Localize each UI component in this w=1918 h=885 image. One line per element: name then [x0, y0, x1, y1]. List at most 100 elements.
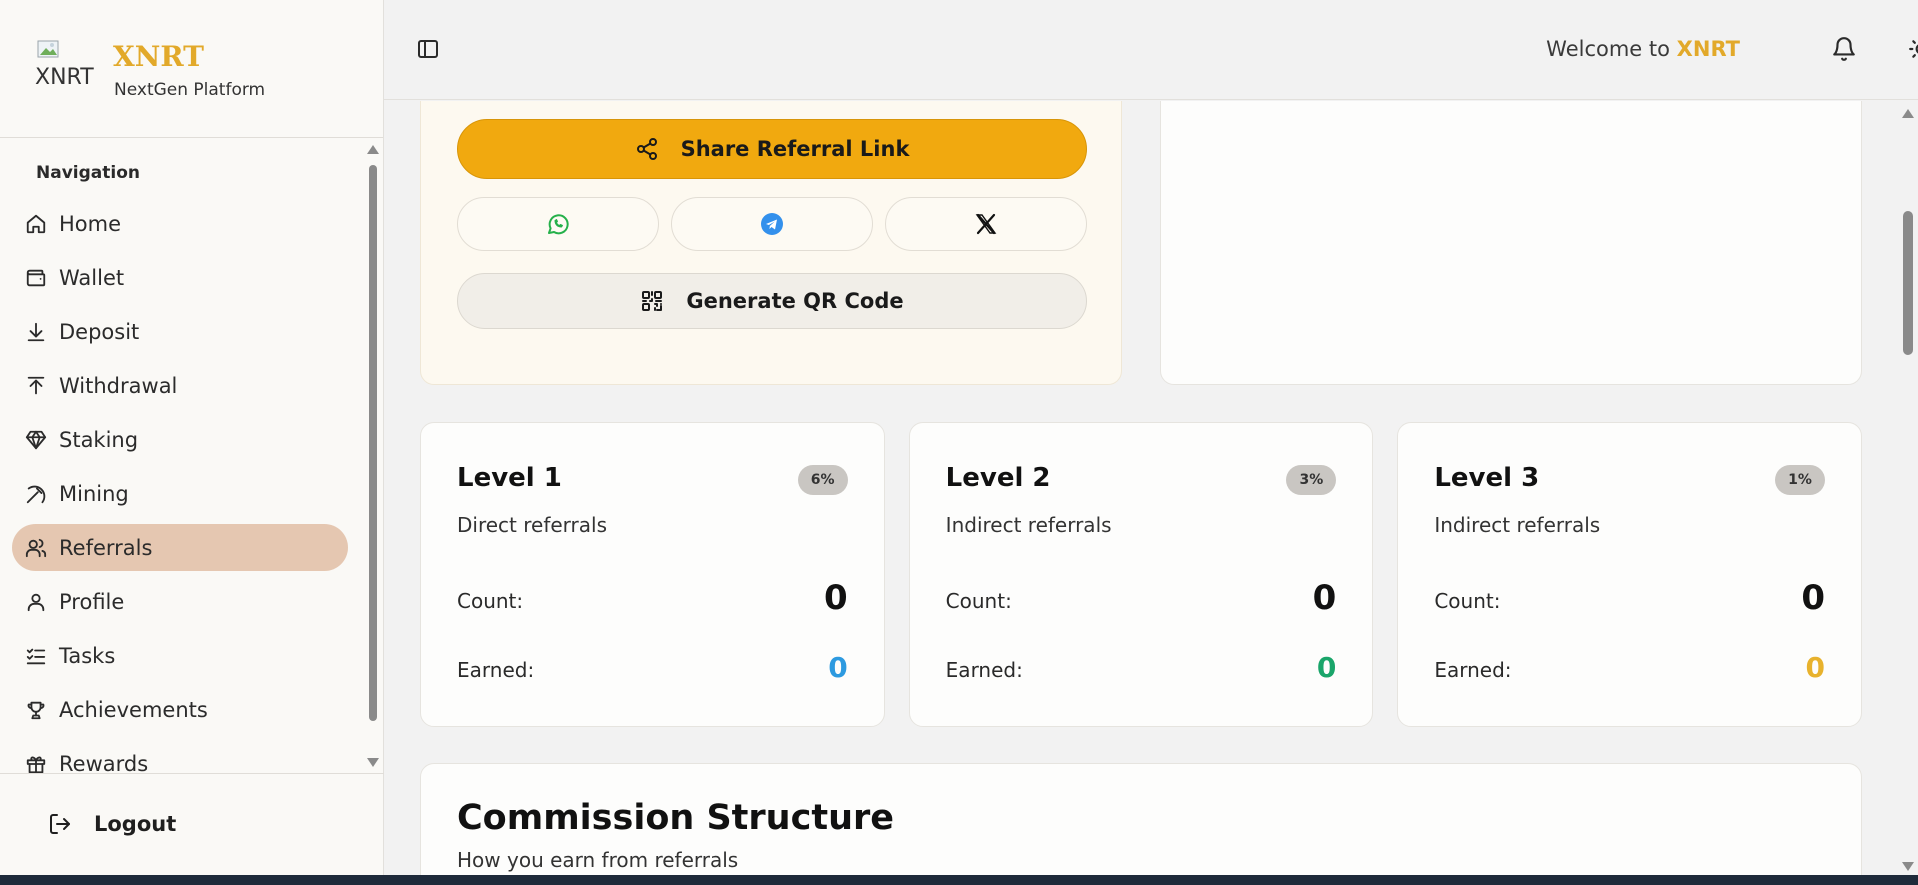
brand-header: XNRT XNRT NextGen Platform — [0, 0, 383, 138]
broken-image-icon — [37, 40, 59, 58]
generate-qr-button[interactable]: Generate QR Code — [457, 273, 1087, 329]
sidebar-item-wallet[interactable]: Wallet — [12, 254, 348, 301]
logout-button[interactable]: Logout — [48, 812, 176, 836]
top-bar: Welcome to XNRT — [384, 0, 1918, 100]
x-icon — [975, 213, 997, 235]
level-card-3: Level 3 1% Indirect referrals Count: 0 E… — [1397, 422, 1863, 727]
sidebar-item-achievements[interactable]: Achievements — [12, 686, 348, 733]
scroll-down-arrow-icon[interactable] — [367, 758, 379, 767]
referral-stats-card — [1160, 101, 1862, 385]
download-icon — [24, 320, 48, 344]
logout-area: Logout — [0, 773, 384, 885]
sidebar-item-label: Wallet — [59, 265, 125, 290]
earned-label: Earned: — [945, 658, 1023, 682]
sidebar-item-profile[interactable]: Profile — [12, 578, 348, 625]
commission-title: Commission Structure — [457, 798, 894, 838]
level-description: Indirect referrals — [945, 513, 1112, 537]
upload-icon — [24, 374, 48, 398]
share-referral-card: Share Referral Link Generate QR Code — [420, 101, 1122, 385]
commission-subtitle: How you earn from referrals — [457, 848, 739, 872]
level-description: Indirect referrals — [1434, 513, 1601, 537]
telegram-share-button[interactable] — [671, 197, 873, 251]
sidebar-item-staking[interactable]: Staking — [12, 416, 348, 463]
brand-logo-alt: XNRT — [35, 65, 94, 90]
level-description: Direct referrals — [457, 513, 607, 537]
social-share-row — [457, 197, 1087, 251]
level-percent-badge: 3% — [1286, 465, 1337, 495]
count-value: 0 — [1312, 578, 1337, 618]
scroll-up-arrow-icon[interactable] — [1902, 109, 1914, 118]
sidebar-item-home[interactable]: Home — [12, 200, 348, 247]
generate-qr-label: Generate QR Code — [686, 289, 904, 313]
count-value: 0 — [1801, 578, 1826, 618]
level-percent-badge: 1% — [1775, 465, 1826, 495]
pickaxe-icon — [24, 482, 48, 506]
count-label: Count: — [457, 589, 524, 613]
gift-icon — [24, 752, 48, 774]
scroll-down-arrow-icon[interactable] — [1902, 862, 1914, 871]
sidebar-item-label: Achievements — [59, 697, 208, 722]
level-title: Level 3 — [1434, 463, 1540, 493]
earned-label: Earned: — [457, 658, 535, 682]
brand-subtitle: NextGen Platform — [114, 80, 266, 100]
main-scrollbar[interactable] — [1898, 101, 1918, 875]
home-icon — [24, 212, 48, 236]
sidebar-item-label: Home — [59, 211, 122, 236]
sidebar-item-tasks[interactable]: Tasks — [12, 632, 348, 679]
sidebar-item-label: Tasks — [59, 643, 116, 668]
sidebar-item-rewards[interactable]: Rewards — [12, 740, 348, 773]
x-share-button[interactable] — [885, 197, 1087, 251]
level-card-2: Level 2 3% Indirect referrals Count: 0 E… — [908, 422, 1374, 727]
qr-code-icon — [642, 291, 663, 311]
sidebar-item-withdrawal[interactable]: Withdrawal — [12, 362, 348, 409]
sidebar-item-label: Referrals — [59, 535, 153, 560]
nav-list: Home Wallet Deposit Withdrawal Staking M… — [12, 200, 348, 773]
level-title: Level 1 — [457, 463, 562, 493]
sidebar-item-label: Rewards — [59, 751, 149, 774]
nav-section-title: Navigation — [36, 163, 140, 183]
sidebar-item-label: Withdrawal — [59, 373, 178, 398]
sidebar-item-label: Profile — [59, 589, 125, 614]
list-checks-icon — [24, 644, 48, 668]
count-label: Count: — [945, 589, 1012, 613]
bell-icon[interactable] — [1831, 36, 1857, 62]
count-value: 0 — [824, 578, 848, 618]
whatsapp-icon — [548, 214, 569, 235]
sidebar-item-label: Deposit — [59, 319, 140, 344]
share-referral-button[interactable]: Share Referral Link — [457, 119, 1087, 179]
sidebar-item-mining[interactable]: Mining — [12, 470, 348, 517]
count-label: Count: — [1434, 589, 1501, 613]
gem-icon — [24, 428, 48, 452]
referral-levels: Level 1 6% Direct referrals Count: 0 Ear… — [420, 422, 1863, 727]
sidebar-scrollbar[interactable] — [366, 139, 380, 773]
sidebar: XNRT XNRT NextGen Platform Navigation Ho… — [0, 0, 384, 885]
scroll-up-arrow-icon[interactable] — [367, 145, 379, 154]
nav-area: Navigation Home Wallet Deposit Withdrawa… — [0, 139, 384, 773]
wallet-icon — [24, 266, 48, 290]
logout-label: Logout — [94, 812, 177, 836]
logout-icon — [50, 814, 70, 834]
users-icon — [24, 536, 48, 560]
main-scroll-thumb[interactable] — [1903, 211, 1913, 355]
welcome-text: Welcome to — [1546, 37, 1677, 61]
earned-value: 0 — [1316, 651, 1337, 684]
sidebar-item-referrals[interactable]: Referrals — [12, 524, 348, 571]
welcome-brand: XNRT — [1676, 37, 1740, 61]
share-referral-label: Share Referral Link — [680, 137, 910, 161]
whatsapp-share-button[interactable] — [457, 197, 659, 251]
sidebar-toggle-icon[interactable] — [416, 37, 440, 61]
welcome-message: Welcome to XNRT — [1546, 37, 1740, 61]
earned-value: 0 — [1805, 651, 1826, 684]
earned-label: Earned: — [1434, 658, 1512, 682]
sidebar-item-deposit[interactable]: Deposit — [12, 308, 348, 355]
sidebar-scroll-thumb[interactable] — [369, 165, 377, 721]
os-taskbar-edge — [0, 875, 1918, 885]
level-title: Level 2 — [945, 463, 1051, 493]
level-card-1: Level 1 6% Direct referrals Count: 0 Ear… — [420, 422, 885, 727]
brand-logo[interactable]: XNRT — [35, 40, 95, 94]
level-percent-badge: 6% — [797, 465, 848, 495]
share-icon — [636, 138, 657, 160]
sun-icon[interactable] — [1908, 36, 1918, 62]
brand-name: XNRT — [113, 40, 204, 73]
trophy-icon — [24, 698, 48, 722]
